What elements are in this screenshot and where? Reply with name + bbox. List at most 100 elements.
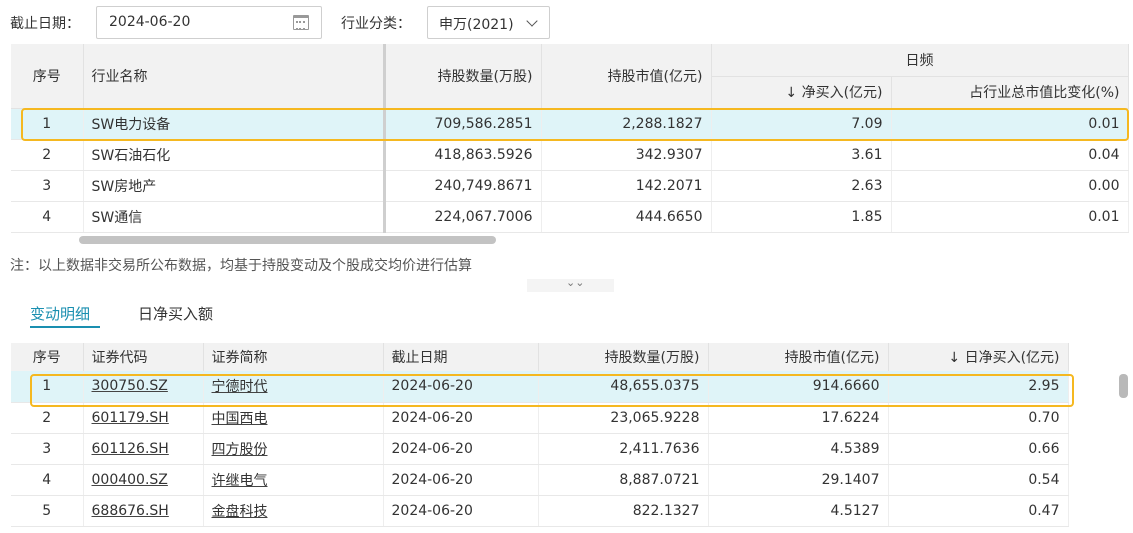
data-note: 注：以上数据非交易所公布数据，均基于持股变动及个股成交均价进行估算 (10, 258, 472, 274)
cell-shares: 418,863.5926 (384, 139, 542, 171)
header-stock-name[interactable]: 证券简称 (203, 343, 384, 371)
header-daily-net-buy[interactable]: ↓ 日净买入(亿元) (888, 343, 1069, 371)
cell-seq: 1 (11, 108, 84, 140)
cell-market-value: 29.1407 (708, 464, 889, 496)
cell-shares: 240,749.8671 (384, 170, 542, 202)
cell-net-buy: 1.85 (711, 201, 892, 233)
cell-shares: 2,411.7636 (538, 433, 709, 465)
cell-ratio-change: 0.01 (891, 108, 1129, 140)
cell-daily-net-buy: 0.70 (888, 402, 1069, 434)
cell-market-value: 2,288.1827 (541, 108, 712, 140)
table-row[interactable]: 2 SW石油石化 418,863.5926 342.9307 3.61 0.04 (11, 139, 1129, 171)
table-row[interactable]: 3 SW房地产 240,749.8671 142.2071 2.63 0.00 (11, 170, 1129, 202)
double-chevron-down-icon: ⌄⌄ (566, 276, 585, 289)
cell-shares: 48,655.0375 (538, 371, 709, 403)
collapse-handle[interactable]: ⌄⌄ (527, 276, 614, 292)
cell-daily-net-buy: 0.66 (888, 433, 1069, 465)
header-group-daily: 日频 (711, 44, 1129, 77)
header-date[interactable]: 截止日期 (383, 343, 539, 371)
stock-code-link[interactable]: 601179.SH (92, 410, 169, 426)
cell-seq: 4 (11, 201, 84, 233)
stock-name-link[interactable]: 许继电气 (212, 473, 268, 489)
stock-code-link[interactable]: 300750.SZ (92, 378, 168, 394)
cell-seq: 2 (11, 139, 84, 171)
tab-daily-net-buy[interactable]: 日净买入额 (138, 303, 213, 324)
header-ratio-change[interactable]: 占行业总市值比变化(%) (891, 76, 1129, 109)
cell-industry-name: SW石油石化 (83, 139, 386, 171)
cell-daily-net-buy: 0.47 (888, 495, 1069, 527)
cell-industry-name: SW电力设备 (83, 108, 386, 140)
horizontal-scrollbar[interactable] (79, 236, 496, 244)
cell-ratio-change: 0.04 (891, 139, 1129, 171)
table-row[interactable]: 2 601179.SH 中国西电 2024-06-20 23,065.9228 … (11, 402, 1069, 434)
industry-value: 申万(2021) (439, 17, 514, 33)
cell-industry-name: SW通信 (83, 201, 386, 233)
cell-date: 2024-06-20 (383, 402, 539, 434)
industry-label: 行业分类： (341, 16, 411, 32)
cell-market-value: 342.9307 (541, 139, 712, 171)
industry-table: 序号 行业名称 持股数量(万股) 持股市值(亿元) 日频 ↓ 净买入(亿元) 占… (11, 44, 1129, 233)
cell-net-buy: 7.09 (711, 108, 892, 140)
cell-date: 2024-06-20 (383, 495, 539, 527)
header-seq[interactable]: 序号 (11, 343, 84, 371)
table-row[interactable]: 3 601126.SH 四方股份 2024-06-20 2,411.7636 4… (11, 433, 1069, 465)
header-code[interactable]: 证券代码 (83, 343, 204, 371)
cell-date: 2024-06-20 (383, 464, 539, 496)
cell-market-value: 142.2071 (541, 170, 712, 202)
header-shares[interactable]: 持股数量(万股) (384, 44, 542, 109)
filter-bar: 截止日期： 2024-06-20 行业分类： 申万(2021) (0, 0, 1133, 44)
cell-date: 2024-06-20 (383, 433, 539, 465)
stock-detail-table: 序号 证券代码 证券简称 截止日期 持股数量(万股) 持股市值(亿元) ↓ 日净… (11, 343, 1069, 527)
header-seq[interactable]: 序号 (11, 44, 84, 109)
cell-industry-name: SW房地产 (83, 170, 386, 202)
active-tab-indicator (30, 326, 100, 328)
cell-seq: 2 (11, 402, 84, 434)
cell-daily-net-buy: 0.54 (888, 464, 1069, 496)
cell-market-value: 4.5127 (708, 495, 889, 527)
table-row[interactable]: 4 SW通信 224,067.7006 444.6650 1.85 0.01 (11, 201, 1129, 233)
date-picker[interactable]: 2024-06-20 (96, 6, 322, 39)
stock-name-link[interactable]: 四方股份 (212, 442, 268, 458)
cell-net-buy: 2.63 (711, 170, 892, 202)
tab-change-detail[interactable]: 变动明细 (30, 303, 90, 324)
stock-code-link[interactable]: 601126.SH (92, 441, 169, 457)
stock-name-link[interactable]: 金盘科技 (212, 504, 268, 520)
table-row[interactable]: 4 000400.SZ 许继电气 2024-06-20 8,887.0721 2… (11, 464, 1069, 496)
table-row[interactable]: 1 SW电力设备 709,586.2851 2,288.1827 7.09 0.… (11, 108, 1129, 140)
vertical-scrollbar[interactable] (1119, 374, 1128, 398)
cell-market-value: 444.6650 (541, 201, 712, 233)
header-market-value[interactable]: 持股市值(亿元) (708, 343, 889, 371)
cell-seq: 1 (11, 371, 84, 403)
cell-ratio-change: 0.01 (891, 201, 1129, 233)
date-value: 2024-06-20 (109, 14, 191, 30)
date-label: 截止日期： (10, 16, 80, 32)
cell-shares: 23,065.9228 (538, 402, 709, 434)
cell-seq: 4 (11, 464, 84, 496)
cell-date: 2024-06-20 (383, 371, 539, 403)
stock-code-link[interactable]: 000400.SZ (92, 472, 168, 488)
calendar-icon[interactable] (293, 15, 309, 30)
header-market-value[interactable]: 持股市值(亿元) (541, 44, 712, 109)
cell-net-buy: 3.61 (711, 139, 892, 171)
stock-code-link[interactable]: 688676.SH (92, 503, 169, 519)
chevron-down-icon[interactable] (526, 15, 538, 27)
industry-select[interactable]: 申万(2021) (427, 6, 550, 39)
cell-seq: 3 (11, 170, 84, 202)
table-row[interactable]: 5 688676.SH 金盘科技 2024-06-20 822.1327 4.5… (11, 495, 1069, 527)
cell-shares: 8,887.0721 (538, 464, 709, 496)
cell-shares: 709,586.2851 (384, 108, 542, 140)
cell-seq: 3 (11, 433, 84, 465)
cell-seq: 5 (11, 495, 84, 527)
cell-market-value: 914.6660 (708, 371, 889, 403)
cell-market-value: 17.6224 (708, 402, 889, 434)
cell-market-value: 4.5389 (708, 433, 889, 465)
stock-name-link[interactable]: 中国西电 (212, 411, 268, 427)
header-net-buy[interactable]: ↓ 净买入(亿元) (711, 76, 892, 109)
stock-name-link[interactable]: 宁德时代 (212, 379, 268, 395)
cell-shares: 224,067.7006 (384, 201, 542, 233)
header-industry-name[interactable]: 行业名称 (83, 44, 386, 109)
cell-shares: 822.1327 (538, 495, 709, 527)
cell-ratio-change: 0.00 (891, 170, 1129, 202)
header-shares[interactable]: 持股数量(万股) (538, 343, 709, 371)
table-row[interactable]: 1 300750.SZ 宁德时代 2024-06-20 48,655.0375 … (11, 371, 1069, 403)
